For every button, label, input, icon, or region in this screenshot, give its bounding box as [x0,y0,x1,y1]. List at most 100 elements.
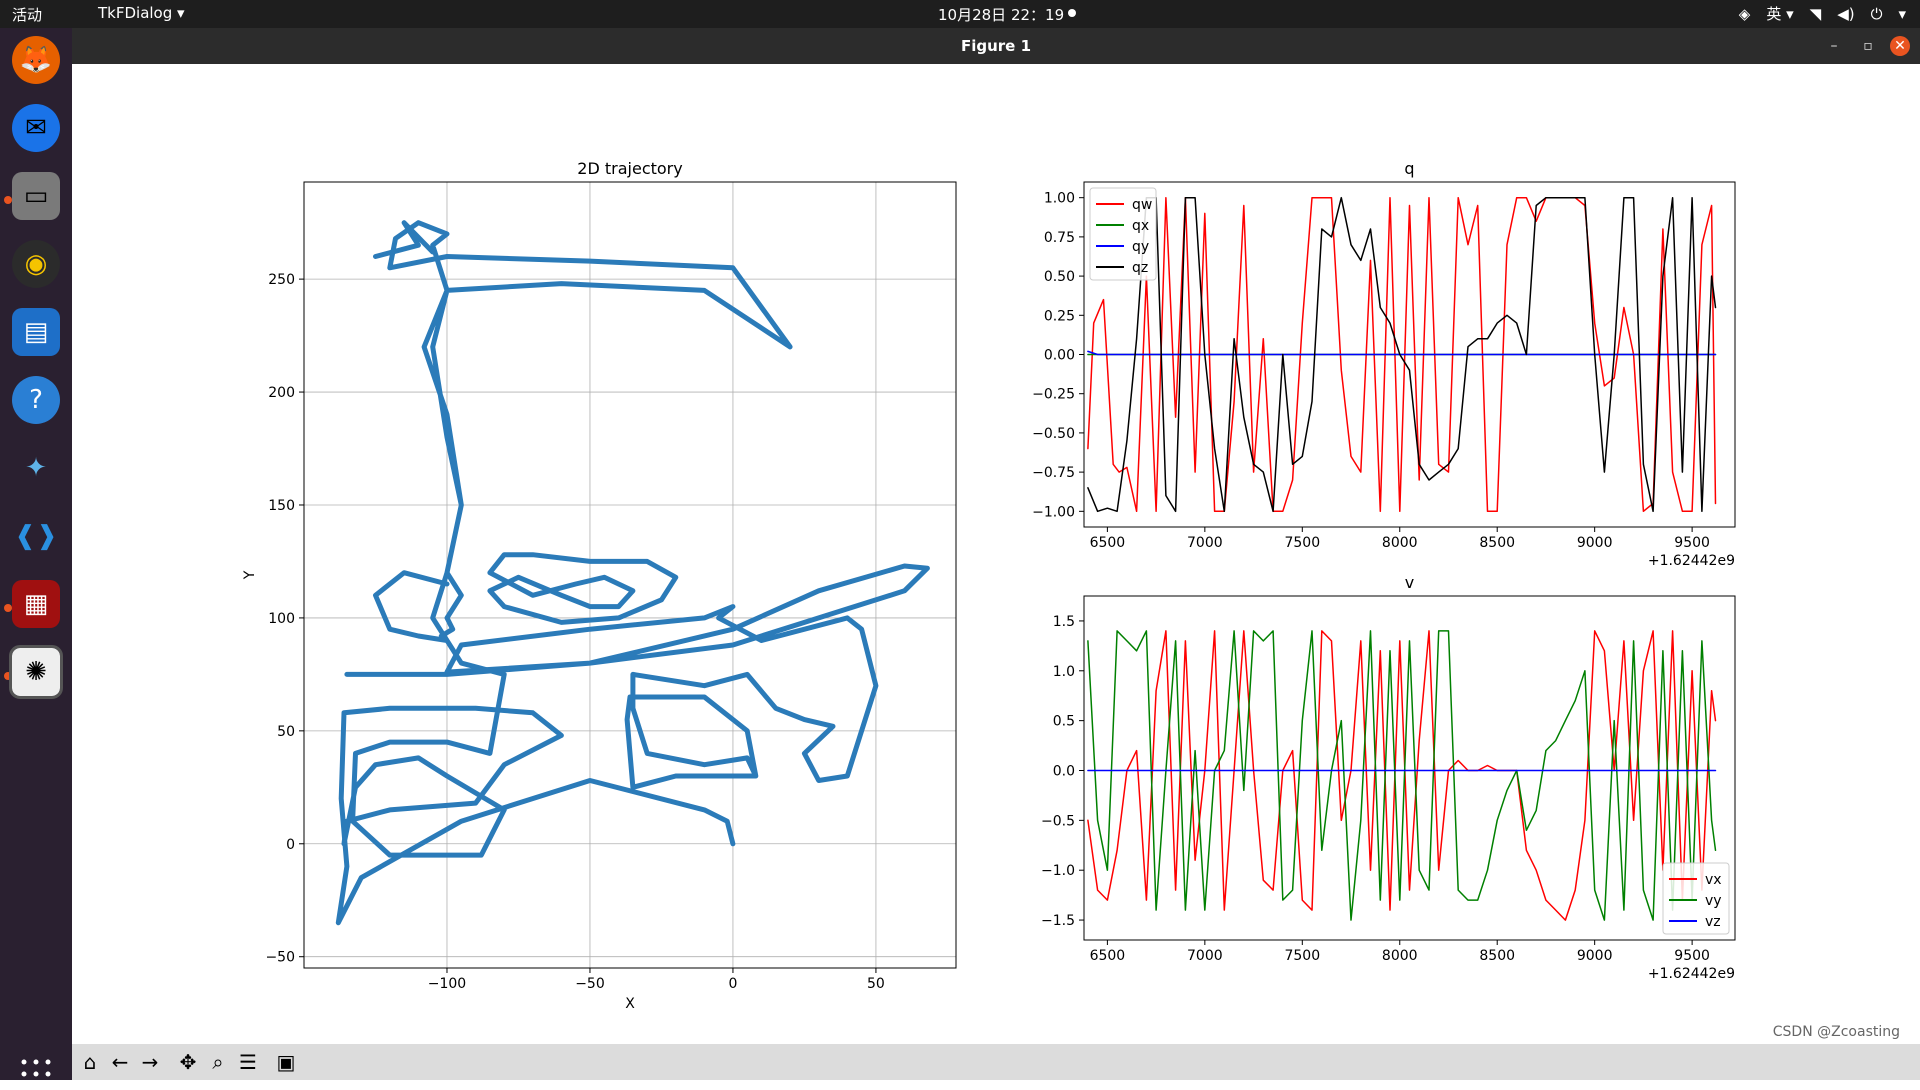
chevron-down-icon[interactable]: ▾ [1898,5,1906,23]
clock[interactable]: 10月28日 22：19 [938,4,1064,25]
axis-offset-label: +1.62442e9 [1648,966,1735,982]
y-tick-label: −1.5 [1041,913,1075,929]
chart-title: v [1405,573,1414,592]
help-icon[interactable]: ? [12,376,60,424]
legend-label-vy: vy [1705,893,1722,909]
home-icon[interactable]: ⌂ [76,1048,104,1076]
x-tick-label: 8500 [1479,948,1515,964]
firefox-icon[interactable]: 🦊 [12,36,60,84]
legend-label-qz: qz [1132,260,1148,276]
y-tick-label: −0.5 [1041,813,1075,829]
y-tick-label: 100 [268,611,295,627]
terminal-icon[interactable]: ▦ [12,580,60,628]
files-icon[interactable]: ▭ [12,172,60,220]
series-line-path-2 [487,552,679,625]
x-tick-label: 6500 [1090,535,1126,551]
x-tick-label: 8500 [1479,535,1515,551]
x-tick-label: 8000 [1382,948,1418,964]
legend-label-qw: qw [1132,197,1152,213]
x-tick-label: 8000 [1382,535,1418,551]
x-tick-label: 7000 [1187,948,1223,964]
y-tick-label: 250 [268,272,295,288]
x-tick-label: 0 [728,976,737,992]
x-tick-label: 7500 [1284,535,1320,551]
y-tick-label: 1.0 [1053,664,1075,680]
y-tick-label: 1.5 [1053,614,1075,630]
x-tick-label: 50 [867,976,885,992]
maximize-button[interactable]: ▫ [1858,36,1878,56]
save-icon[interactable]: ▣ [272,1048,300,1076]
forward-icon[interactable]: → [136,1048,164,1076]
notification-dot-icon [1068,9,1076,17]
input-method[interactable]: 英 ▾ [1766,3,1793,24]
x-tick-label: 9500 [1674,948,1710,964]
y-tick-label: 0.50 [1044,269,1075,285]
chart-title: q [1404,159,1414,178]
wifi-icon[interactable]: ◥ [1810,5,1822,23]
close-button[interactable]: ✕ [1890,36,1910,56]
navigation-toolbar: ⌂ ← → ✥ ⌕ ☰ ▣ [72,1044,1920,1080]
running-indicator-icon [4,672,12,680]
y-axis-label: Y [242,570,258,580]
x-tick-label: 9000 [1577,948,1613,964]
system-tray[interactable]: ◈ 英 ▾ ◥ ◀) ⏻ ▾ [1739,3,1906,24]
show-apps-icon[interactable] [20,1058,52,1090]
matplotlib-icon[interactable]: ✺ [9,645,63,699]
x-tick-label: 7000 [1187,535,1223,551]
zoom-icon[interactable]: ⌕ [204,1048,232,1076]
x-tick-label: 9000 [1577,535,1613,551]
y-tick-label: 200 [268,385,295,401]
chart-title: 2D trajectory [577,159,682,178]
watermark: CSDN @Zcoasting [1772,1024,1900,1040]
x-tick-label: −50 [575,976,605,992]
vscode-icon[interactable]: ❰❱ [12,512,60,560]
figure-svg: −100 −50 0 50 −50 0 50 100 150 200 250 2D trajector… [242,159,1736,1012]
chevron-down-icon: ▾ [177,4,185,22]
writer-icon[interactable]: ▤ [12,308,60,356]
legend-label-vz: vz [1705,914,1721,930]
thunderbird-icon[interactable]: ✉ [12,104,60,152]
activities-button[interactable]: 活动 [12,4,42,25]
legend-label-qx: qx [1132,218,1149,234]
input-method-label: 英 [1766,5,1782,23]
back-icon[interactable]: ← [106,1048,134,1076]
dock: 🦊 ✉ ▭ ◉ ▤ ? ✦ ❰❱ ▦ ✺ [0,28,72,1089]
figure-canvas[interactable]: −100 −50 0 50 −50 0 50 100 150 200 250 2D trajector… [72,64,1920,1044]
y-tick-label: 0.25 [1044,308,1075,324]
series-line-path-3 [373,220,436,259]
volume-icon[interactable]: ◀) [1837,5,1854,23]
y-tick-label: 150 [268,498,295,514]
x-tick-label: −100 [428,976,466,992]
y-tick-label: 50 [277,724,295,740]
pan-icon[interactable]: ✥ [174,1048,202,1076]
running-indicator-icon [4,604,12,612]
window-titlebar[interactable]: Figure 1 – ▫ ✕ [72,28,1920,64]
minimize-button[interactable]: – [1824,36,1844,56]
series-line-path-0 [335,220,793,926]
top-bar: 活动 TkFDialog ▾ 10月28日 22：19 ◈ 英 ▾ ◥ ◀) ⏻… [0,0,1920,28]
pycharm-icon[interactable]: ✦ [12,444,60,492]
power-icon[interactable]: ⏻ [1871,5,1883,23]
network-status-icon[interactable]: ◈ [1739,5,1751,23]
x-tick-label: 9500 [1674,535,1710,551]
series-line-vx [1087,630,1717,921]
y-tick-label: −50 [265,950,295,966]
series-line-path-1 [344,563,930,790]
y-tick-label: 0.0 [1053,763,1075,779]
y-tick-label: 0.5 [1053,714,1075,730]
window-title: Figure 1 [960,37,1032,55]
y-tick-label: −0.75 [1032,465,1075,481]
series-line-qy [1087,350,1717,356]
running-indicator-icon [4,196,12,204]
y-tick-label: −1.00 [1032,504,1075,520]
y-tick-label: −0.25 [1032,387,1075,403]
figure-window: Figure 1 – ▫ ✕ −100 −50 0 50 −50 0 50 100 150 200… [72,28,1920,1080]
app-menu[interactable]: TkFDialog ▾ [98,4,185,22]
configure-subplots-icon[interactable]: ☰ [234,1048,262,1076]
app-menu-label: TkFDialog [98,4,173,22]
axis-offset-label: +1.62442e9 [1648,553,1735,569]
rhythmbox-icon[interactable]: ◉ [12,240,60,288]
y-tick-label: −1.0 [1041,863,1075,879]
y-tick-label: 0 [286,837,295,853]
legend-label-qy: qy [1132,239,1149,255]
